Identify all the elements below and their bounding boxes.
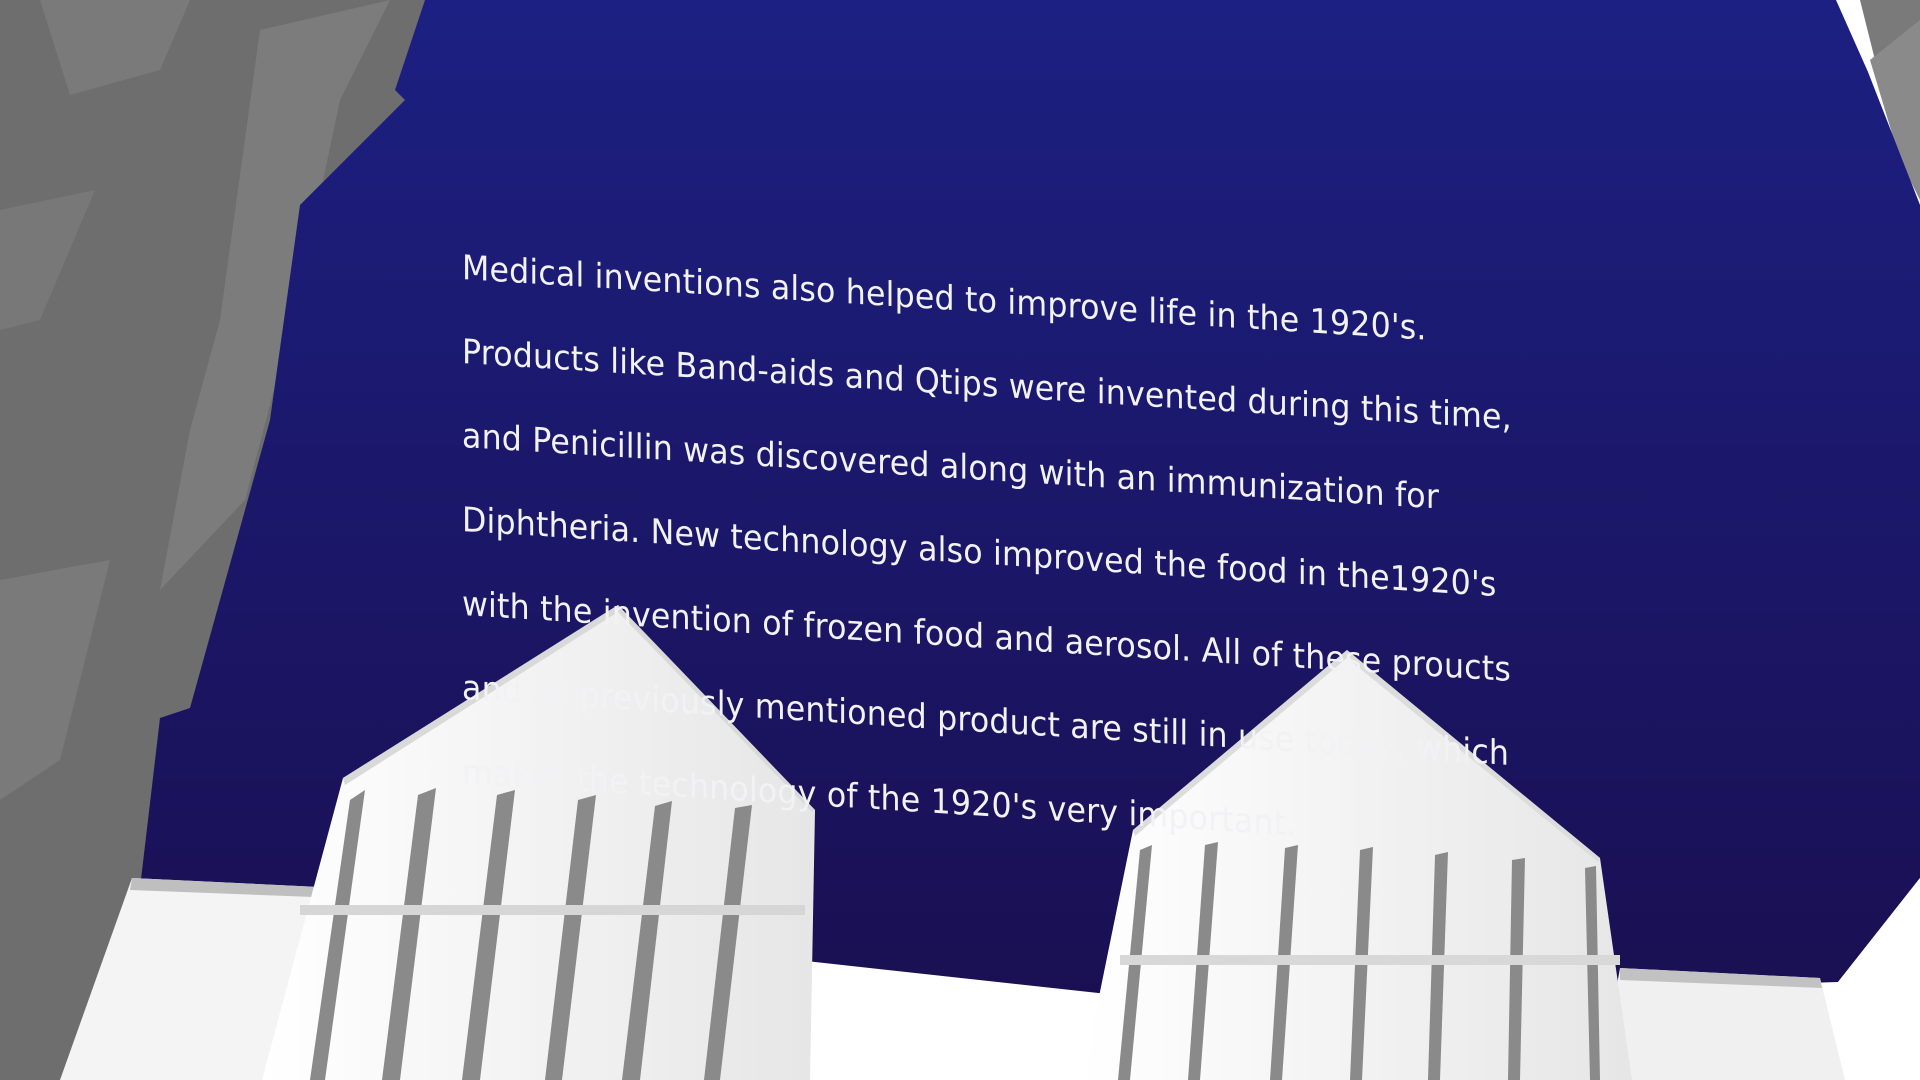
slide-body-text: Medical inventions also helped to improv… (462, 205, 1671, 911)
